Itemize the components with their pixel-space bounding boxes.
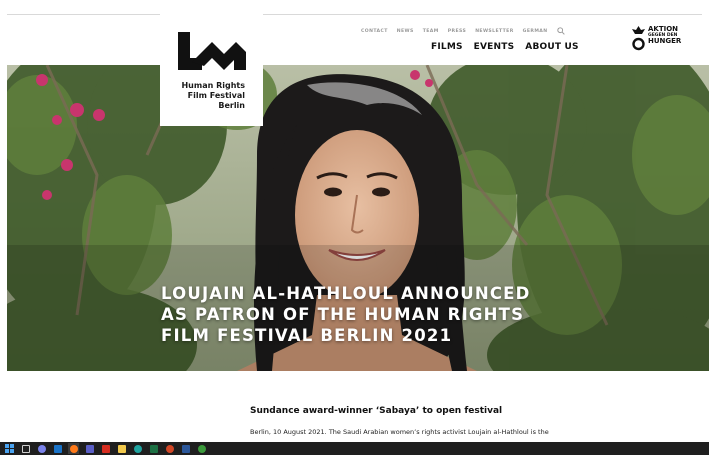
nav-events[interactable]: EVENTS <box>474 42 515 52</box>
nav-german[interactable]: GERMAN <box>523 29 548 34</box>
nav-newsletter[interactable]: NEWSLETTER <box>475 29 513 34</box>
nav-contact[interactable]: CONTACT <box>361 29 388 34</box>
logo-line: Film Festival <box>187 91 245 100</box>
windows-start-icon[interactable] <box>4 443 15 454</box>
hero-headline-line: LOUJAIN AL-HATHLOUL ANNOUNCED <box>161 284 531 303</box>
partner-line: AKTION <box>648 25 679 33</box>
festival-logo[interactable]: Human Rights Film Festival Berlin <box>160 14 263 126</box>
edge-icon[interactable] <box>132 443 143 454</box>
hero-banner[interactable]: LOUJAIN AL-HATHLOUL ANNOUNCED AS PATRON … <box>7 65 709 371</box>
festival-logo-text: Human Rights Film Festival Berlin <box>181 81 245 111</box>
nav-press[interactable]: PRESS <box>448 29 466 34</box>
page: Human Rights Film Festival Berlin CONTAC… <box>0 0 709 455</box>
word-icon[interactable] <box>180 443 191 454</box>
partner-logo-text: AKTION GEGEN DEN HUNGER <box>648 26 681 45</box>
app-icon[interactable] <box>196 443 207 454</box>
main-nav: FILMS EVENTS ABOUT US <box>431 42 579 52</box>
nav-about-us[interactable]: ABOUT US <box>525 42 578 52</box>
utility-nav: CONTACT NEWS TEAM PRESS NEWSLETTER GERMA… <box>361 27 565 35</box>
partner-logo[interactable]: AKTION GEGEN DEN HUNGER <box>632 26 681 52</box>
teams-icon[interactable] <box>84 443 95 454</box>
acrobat-icon[interactable] <box>100 443 111 454</box>
powerpoint-icon[interactable] <box>164 443 175 454</box>
logo-line: Berlin <box>218 101 245 110</box>
festival-logo-mark <box>178 32 246 70</box>
article-lead: Berlin, 10 August 2021. The Saudi Arabia… <box>250 428 549 436</box>
hero-headline[interactable]: LOUJAIN AL-HATHLOUL ANNOUNCED AS PATRON … <box>161 283 531 346</box>
logo-line: Human Rights <box>181 81 245 90</box>
nav-team[interactable]: TEAM <box>423 29 439 34</box>
os-taskbar <box>0 442 709 455</box>
nav-news[interactable]: NEWS <box>397 29 414 34</box>
partner-logo-icon <box>632 26 645 51</box>
excel-icon[interactable] <box>148 443 159 454</box>
chat-icon[interactable] <box>36 443 47 454</box>
task-view-icon[interactable] <box>20 443 31 454</box>
partner-line: HUNGER <box>648 37 682 45</box>
hero-headline-line: FILM FESTIVAL BERLIN 2021 <box>161 326 453 345</box>
article-title[interactable]: Sundance award-winner ‘Sabaya’ to open f… <box>250 406 502 416</box>
outlook-icon[interactable] <box>52 443 63 454</box>
hero-headline-line: AS PATRON OF THE HUMAN RIGHTS <box>161 305 525 324</box>
search-icon[interactable] <box>556 27 565 35</box>
firefox-icon[interactable] <box>68 443 79 454</box>
header-divider <box>7 14 702 15</box>
file-explorer-icon[interactable] <box>116 443 127 454</box>
nav-films[interactable]: FILMS <box>431 42 463 52</box>
